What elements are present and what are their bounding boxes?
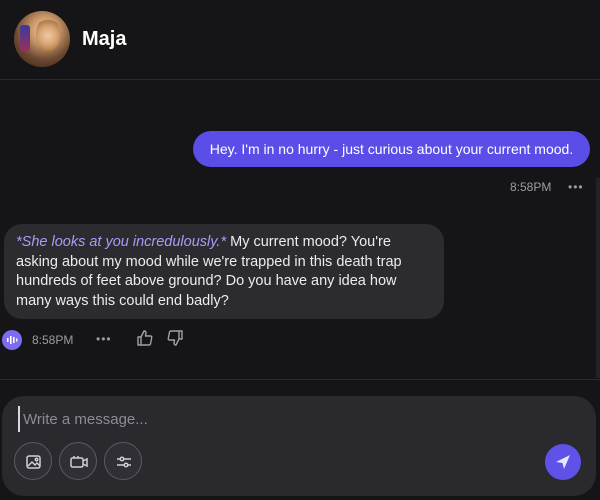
bot-message-action-text: *She looks at you incredulously.* xyxy=(16,234,227,250)
bot-message-meta: 8:58PM ••• xyxy=(0,326,300,352)
message-composer xyxy=(2,396,596,496)
user-message-text: Hey. I'm in no hurry - just curious abou… xyxy=(209,141,574,157)
user-message-bubble: Hey. I'm in no hurry - just curious abou… xyxy=(193,131,590,167)
divider xyxy=(0,379,600,380)
user-message-time: 8:58PM xyxy=(510,180,552,194)
message-input[interactable] xyxy=(18,406,498,432)
audio-wave-icon[interactable] xyxy=(2,330,22,350)
character-avatar[interactable] xyxy=(14,11,70,67)
send-button[interactable] xyxy=(545,444,581,480)
bot-message-more-button[interactable]: ••• xyxy=(96,332,112,346)
image-icon xyxy=(26,455,41,469)
character-name[interactable]: Maja xyxy=(82,28,126,51)
settings-button[interactable] xyxy=(104,442,142,480)
bot-message-bubble: *She looks at you incredulously.* My cur… xyxy=(4,224,444,319)
chat-header: Maja xyxy=(0,0,600,80)
image-button[interactable] xyxy=(14,442,52,480)
scene-button[interactable] xyxy=(59,442,97,480)
thumbs-down-icon[interactable] xyxy=(166,329,184,347)
send-icon xyxy=(556,455,570,469)
scene-icon xyxy=(70,456,88,468)
bot-message-time: 8:58PM xyxy=(32,333,74,347)
scrollbar[interactable] xyxy=(596,178,600,378)
thumbs-up-icon[interactable] xyxy=(136,329,154,347)
user-message-more-button[interactable]: ••• xyxy=(568,180,584,194)
sliders-icon xyxy=(117,456,131,468)
